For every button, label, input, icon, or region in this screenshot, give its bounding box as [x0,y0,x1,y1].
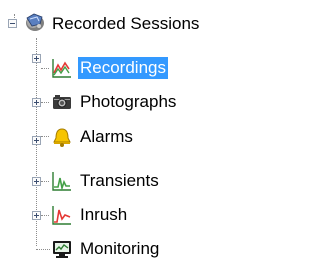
tree-branch [41,181,49,182]
tree-branch [41,68,49,69]
camera-icon [51,91,73,113]
waveform-chart-icon [51,57,73,79]
globe-folder-icon [24,11,46,33]
expand-toggle-icon[interactable] [32,98,41,107]
tree-node-label: Monitoring [80,239,160,258]
tree-branch [41,215,49,216]
tree-branch [36,249,50,250]
tree-node-label: Alarms [80,127,133,146]
bell-icon [51,126,73,148]
tree-node-label: Recordings [78,57,168,79]
tree-branch [41,136,49,137]
sessions-tree: Recorded Sessions Recordings Photographs [0,0,262,266]
tree-node-label: Inrush [80,205,128,224]
expand-toggle-icon[interactable] [32,54,41,63]
tree-branch [41,102,49,103]
collapse-toggle-icon[interactable] [8,19,17,28]
inrush-chart-icon [51,204,73,226]
expand-toggle-icon[interactable] [32,211,41,220]
tree-node-label: Recorded Sessions [52,14,200,33]
tree-node-label: Photographs [80,92,177,111]
expand-toggle-icon[interactable] [32,177,41,186]
monitor-icon [51,238,73,260]
transient-chart-icon [51,170,73,192]
expand-toggle-icon[interactable] [32,136,41,145]
tree-node-label: Transients [80,171,159,190]
